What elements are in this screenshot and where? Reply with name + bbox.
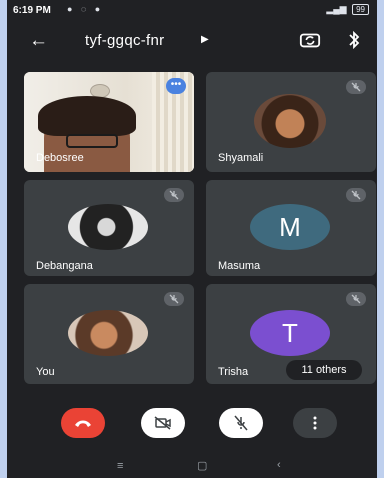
participant-name: Masuma (218, 260, 261, 272)
end-call-icon (75, 420, 91, 427)
participant-initial-avatar: M (250, 204, 330, 250)
back-icon[interactable]: ‹ (277, 459, 281, 471)
camera-off-icon (154, 416, 171, 430)
mic-off-icon (346, 80, 366, 94)
others-count-badge[interactable]: 11 others (286, 360, 362, 380)
participant-tile-shyamali[interactable]: Shyamali (206, 72, 376, 172)
participant-tile-masuma[interactable]: M Masuma (206, 180, 376, 276)
meeting-code[interactable]: tyf-ggqc-fnr (85, 32, 164, 49)
participant-name: Shyamali (218, 152, 264, 164)
mic-off-icon (346, 292, 366, 306)
meet-call-screen: 6:19 PM ● ◌ ● ▂▄▆ 99 ← tyf-ggqc-fnr ▶ ••… (7, 0, 377, 478)
participant-avatar (254, 94, 326, 148)
system-nav-bar: ≡ ▢ ‹ (7, 456, 377, 478)
participant-tile-debangana[interactable]: Debangana (24, 180, 194, 276)
participant-name: Debangana (36, 260, 93, 272)
participant-name: Trisha (218, 366, 249, 378)
more-options-icon[interactable]: ••• (166, 78, 186, 94)
mic-off-icon (234, 415, 248, 431)
camera-toggle-button[interactable] (141, 408, 185, 438)
switch-camera-icon[interactable] (299, 29, 321, 51)
participant-tile-you[interactable]: You (24, 284, 194, 384)
call-header: ← tyf-ggqc-fnr ▶ (7, 22, 377, 62)
participant-avatar (68, 204, 148, 250)
participant-name: You (36, 366, 55, 378)
signal-battery: ▂▄▆ 99 (326, 4, 369, 15)
mic-off-icon (346, 188, 366, 202)
participant-avatar (68, 310, 148, 356)
participant-tile-debosree[interactable]: ••• Debosree (24, 72, 194, 172)
status-bar: 6:19 PM ● ◌ ● ▂▄▆ 99 (7, 0, 377, 22)
status-time: 6:19 PM (13, 5, 51, 16)
signal-icon: ▂▄▆ (326, 4, 347, 14)
mic-off-icon (164, 188, 184, 202)
participant-tile-trisha[interactable]: T Trisha 11 others (206, 284, 376, 384)
home-icon[interactable]: ▢ (197, 459, 207, 472)
end-call-button[interactable] (61, 408, 105, 438)
menu-icon[interactable]: ≡ (117, 460, 123, 472)
more-vertical-icon (313, 416, 317, 430)
participant-name: Debosree (36, 152, 84, 164)
microphone-toggle-button[interactable] (219, 408, 263, 438)
bluetooth-icon[interactable] (347, 29, 361, 51)
notification-icons: ● ◌ ● (67, 4, 104, 14)
participant-initial-avatar: T (250, 310, 330, 356)
participant-hair (38, 96, 136, 136)
back-arrow-icon[interactable]: ← (29, 30, 48, 52)
mic-off-icon (164, 292, 184, 306)
caret-right-icon[interactable]: ▶ (201, 34, 209, 45)
battery-icon: 99 (352, 4, 369, 15)
glasses-icon (66, 134, 118, 148)
others-count-label: 11 others (301, 364, 347, 376)
more-options-button[interactable] (293, 408, 337, 438)
